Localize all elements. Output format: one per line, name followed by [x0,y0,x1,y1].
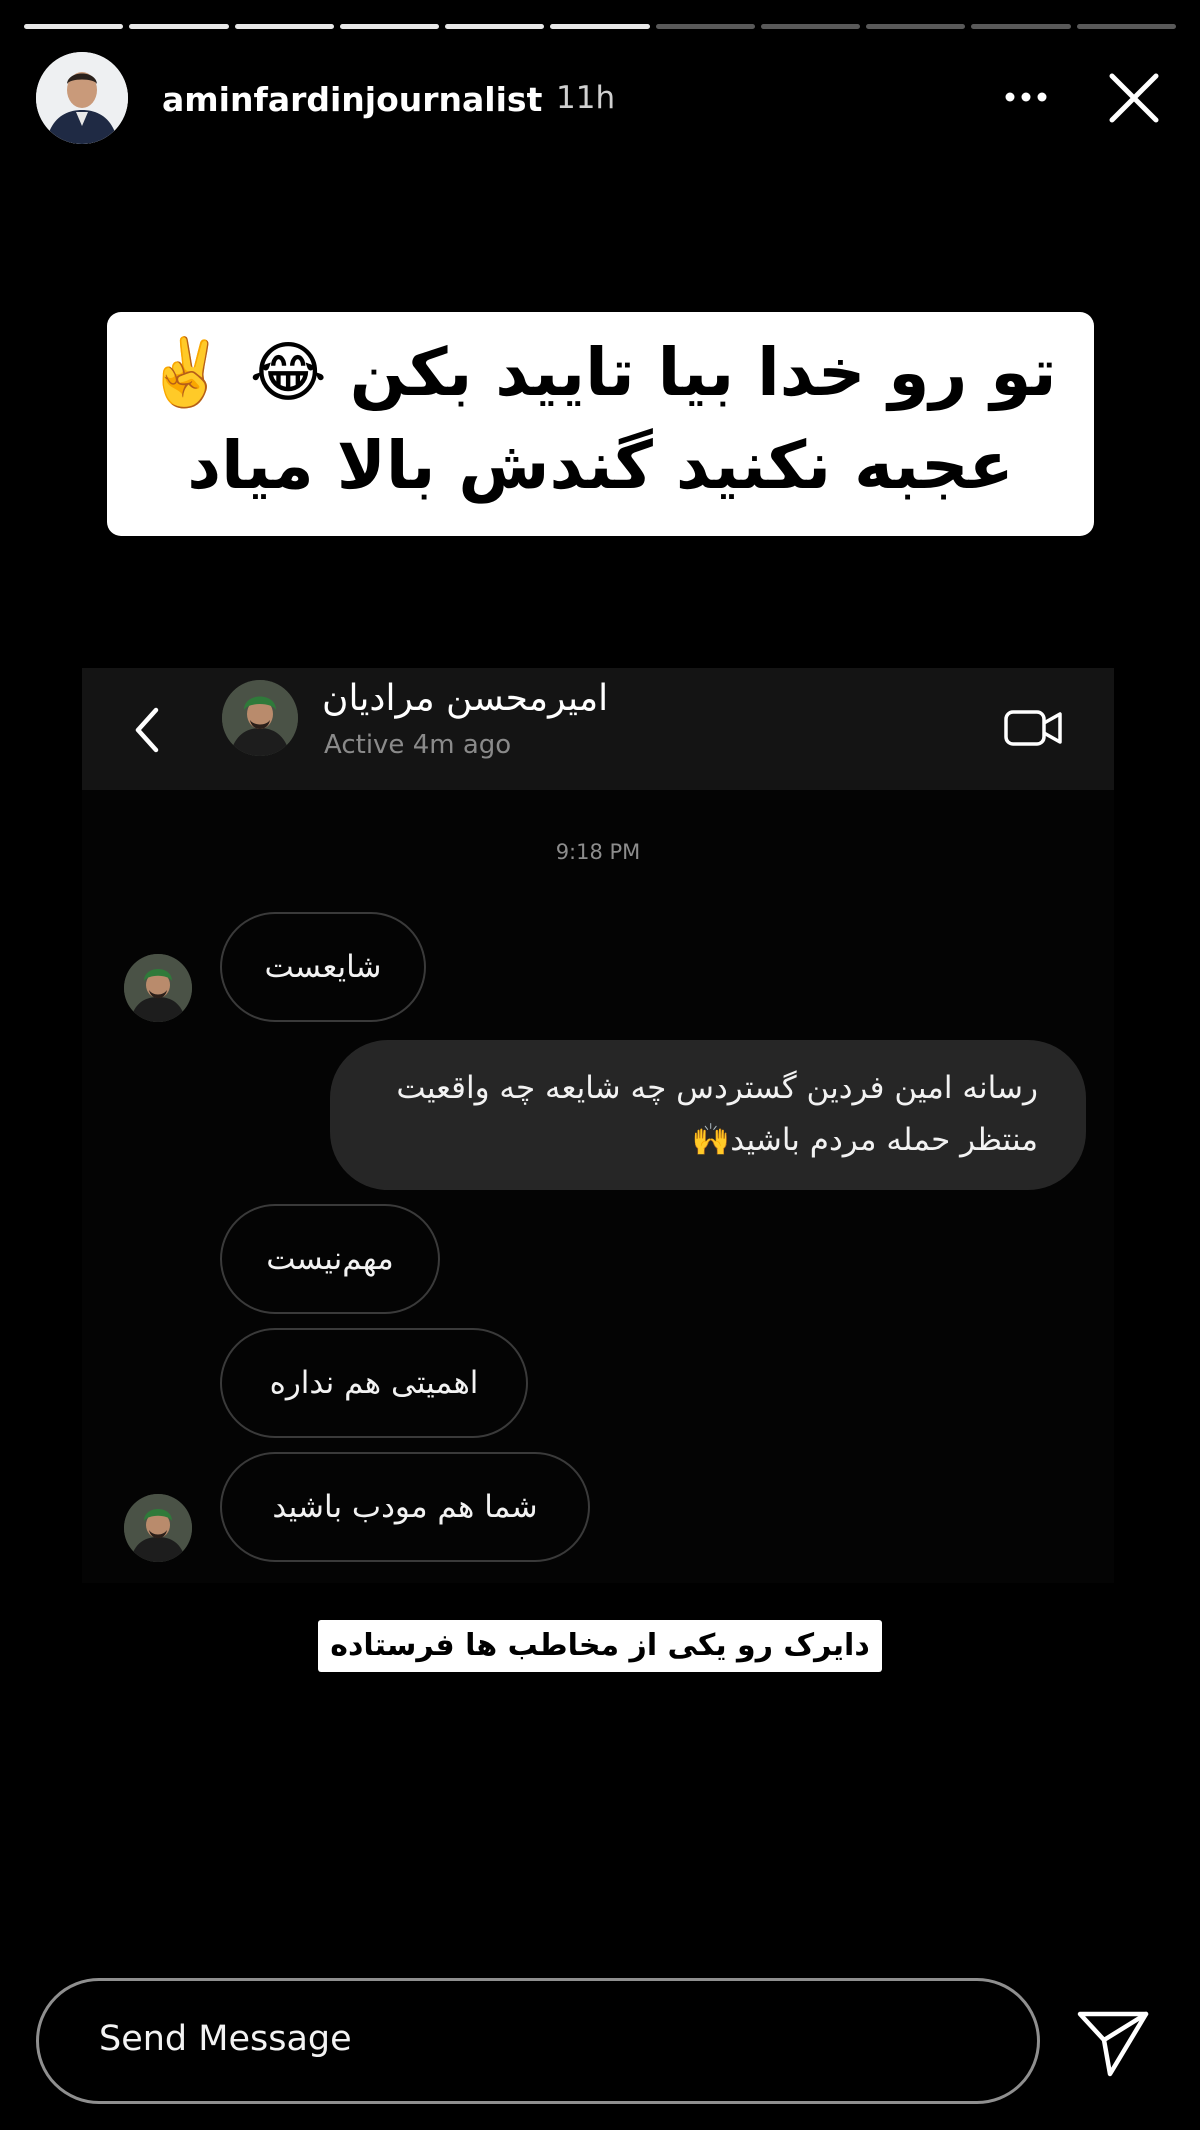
headline-line-1: تو رو خدا بیا تایید بکن 😂 ✌️ [144,334,1057,411]
close-button[interactable] [1104,68,1164,128]
progress-segment [339,24,440,29]
close-icon [1109,73,1159,123]
incoming-message[interactable]: مهم‌نیست [220,1204,440,1314]
message-text-line-1: رسانه امین فردین گستردس چه شایعه چه واقع… [396,1070,1038,1106]
message-text-line-2: منتظر حمله مردم باشید🙌 [691,1122,1038,1158]
more-dots-icon [1005,92,1047,102]
progress-segment [971,24,1071,29]
story-progress-bar [24,24,1176,29]
progress-segment [129,24,229,29]
contact-avatar[interactable] [222,680,298,756]
chevron-left-icon [135,707,159,753]
message-avatar [124,1494,192,1562]
send-message-placeholder: Send Message [99,2019,352,2059]
username[interactable]: aminfardinjournalist [162,80,542,119]
message-text: شایعست [264,949,382,985]
send-message-input[interactable]: Send Message [36,1978,1040,2104]
progress-segment [445,24,545,29]
incoming-message[interactable]: شما هم مودب باشید [220,1452,590,1562]
active-status: Active 4m ago [324,730,512,760]
dm-screenshot: امیرمحسن مرادیان Active 4m ago 9:18 PM ش… [82,668,1114,1583]
headline-line-2: عجبه نکنید گندش بالا میاد [187,427,1014,504]
contact-name: امیرمحسن مرادیان [322,678,609,719]
dm-header: امیرمحسن مرادیان Active 4m ago [82,668,1114,790]
paper-plane-icon [1077,2011,1149,2077]
more-options-button[interactable] [996,72,1056,122]
profile-avatar[interactable] [36,52,128,144]
message-timestamp: 9:18 PM [555,840,641,864]
video-call-button[interactable] [1002,704,1066,752]
incoming-message[interactable]: شایعست [220,912,426,1022]
message-avatar [124,954,192,1022]
outgoing-message[interactable]: رسانه امین فردین گستردس چه شایعه چه واقع… [330,1040,1086,1190]
progress-segment [24,24,124,29]
story-header: aminfardinjournalist 11h [36,52,1166,144]
progress-segment [655,24,755,29]
incoming-message[interactable]: اهمیتی هم نداره [220,1328,528,1438]
progress-segment [866,24,966,29]
message-text: اهمیتی هم نداره [269,1365,479,1401]
progress-segment [234,24,334,29]
progress-segment [550,24,650,29]
back-button[interactable] [126,700,166,760]
caption-sticker: دایرک رو یکی از مخاطب ها فرستاده [318,1620,882,1672]
message-text: شما هم مودب باشید [272,1489,538,1525]
progress-segment [1076,24,1176,29]
progress-segment [760,24,861,29]
send-button[interactable] [1070,2000,1156,2084]
message-text: مهم‌نیست [266,1241,394,1277]
video-camera-icon [1004,710,1062,746]
story-time-ago: 11h [556,80,616,116]
headline-sticker: تو رو خدا بیا تایید بکن 😂 ✌️ عجبه نکنید … [107,312,1094,536]
